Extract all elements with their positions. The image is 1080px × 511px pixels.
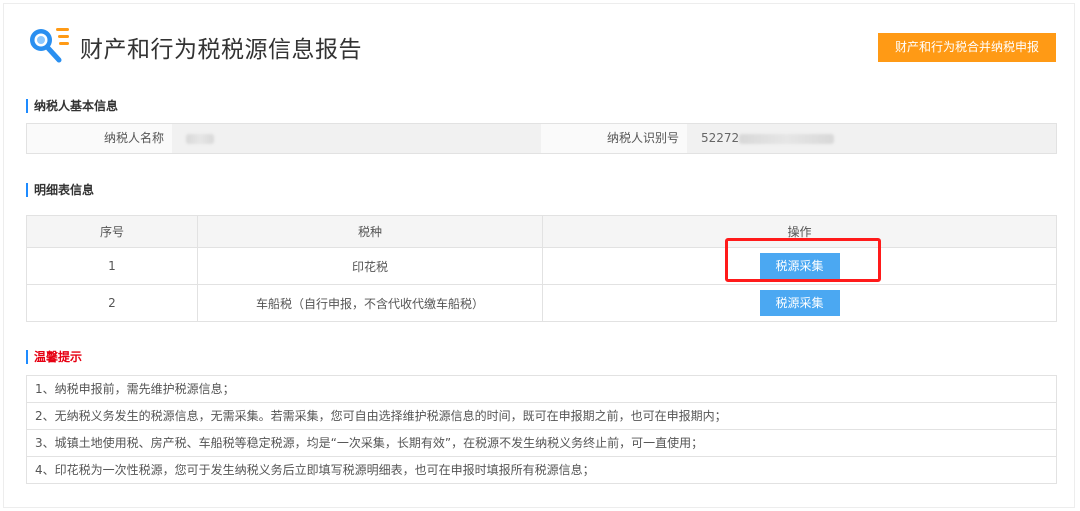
blurred-name-mask <box>186 133 214 144</box>
taxpayer-name-value <box>172 124 541 153</box>
table-header-row: 序号 税种 操作 <box>26 215 1057 248</box>
column-header-index: 序号 <box>26 215 198 248</box>
taxpayer-id-prefix: 52272 <box>701 131 740 145</box>
column-header-action: 操作 <box>542 215 1057 248</box>
row-tax-type: 印花税 <box>197 247 543 285</box>
row-index: 2 <box>26 284 198 322</box>
detail-table: 序号 税种 操作 1 印花税 税源采集 2 车船税（自行申报，不含代收代缴车船税… <box>26 215 1057 322</box>
column-header-tax-type: 税种 <box>197 215 543 248</box>
taxpayer-id-value: 52272 <box>687 124 1056 153</box>
vehicle-tax-collect-button[interactable]: 税源采集 <box>759 290 840 316</box>
row-action-cell: 税源采集 <box>542 284 1057 322</box>
row-action-cell: 税源采集 <box>542 247 1057 285</box>
table-row: 1 印花税 税源采集 <box>26 247 1057 285</box>
page-header: 财产和行为税税源信息报告 财产和行为税合并纳税申报 <box>26 20 1056 70</box>
blurred-id-mask <box>739 133 835 144</box>
list-item: 4、印花税为一次性税源，您可于发生纳税义务后立即填写税源明细表，也可在申报时填报… <box>27 457 1056 484</box>
combined-declare-button[interactable]: 财产和行为税合并纳税申报 <box>878 33 1056 62</box>
row-tax-type: 车船税（自行申报，不含代收代缴车船税） <box>197 284 543 322</box>
list-item: 1、纳税申报前，需先维护税源信息； <box>27 376 1056 403</box>
list-item: 3、城镇土地使用税、房产税、车船税等稳定税源，均是“一次采集，长期有效”，在税源… <box>27 430 1056 457</box>
detail-section-title: 明细表信息 <box>26 183 94 197</box>
basic-info-section-title: 纳税人基本信息 <box>26 99 118 113</box>
stamp-tax-collect-button[interactable]: 税源采集 <box>759 253 840 279</box>
table-row: 2 车船税（自行申报，不含代收代缴车船税） 税源采集 <box>26 284 1057 322</box>
search-document-icon <box>30 28 69 63</box>
list-item: 2、无纳税义务发生的税源信息，无需采集。若需采集，您可自由选择维护税源信息的时间… <box>27 403 1056 430</box>
tips-list: 1、纳税申报前，需先维护税源信息； 2、无纳税义务发生的税源信息，无需采集。若需… <box>26 375 1057 484</box>
tips-section-title: 温馨提示 <box>26 350 82 364</box>
taxpayer-name-label: 纳税人名称 <box>27 124 172 153</box>
row-index: 1 <box>26 247 198 285</box>
page-title: 财产和行为税税源信息报告 <box>80 37 362 63</box>
basic-info-row: 纳税人名称 纳税人识别号 52272 <box>26 123 1057 154</box>
taxpayer-id-label: 纳税人识别号 <box>541 124 687 153</box>
